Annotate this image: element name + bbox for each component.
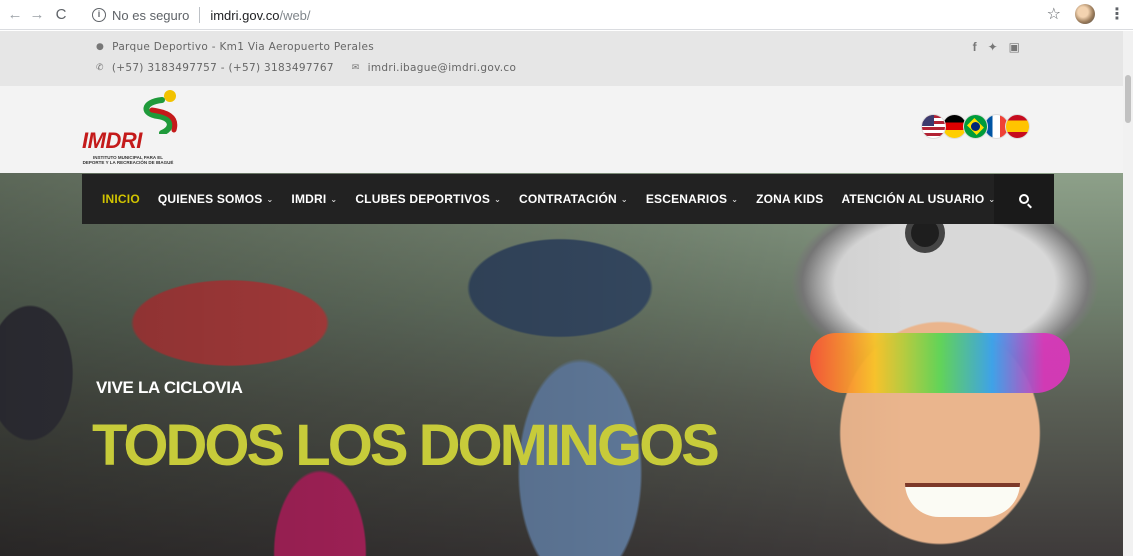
nav-item-escenarios[interactable]: ESCENARIOS ⌄ bbox=[637, 192, 747, 206]
imdri-logo[interactable]: IMDRI INSTITUTO MUNICIPAL PARA EL DEPORT… bbox=[82, 86, 192, 176]
spain-flag-icon[interactable] bbox=[1005, 114, 1030, 139]
forward-arrow-icon[interactable]: → bbox=[28, 6, 46, 24]
chevron-down-icon: ⌄ bbox=[266, 194, 274, 204]
hero-title: TODOS LOS DOMINGOS bbox=[92, 413, 720, 478]
envelope-icon: ✉ bbox=[351, 63, 360, 73]
search-icon bbox=[1019, 194, 1029, 204]
page-scrollbar[interactable] bbox=[1123, 31, 1133, 556]
nav-item-imdri[interactable]: IMDRI ⌄ bbox=[282, 192, 346, 206]
athlete-logo-icon bbox=[143, 90, 178, 134]
nav-item-clubes-deportivos[interactable]: CLUBES DEPORTIVOS ⌄ bbox=[346, 192, 510, 206]
back-arrow-icon[interactable]: ← bbox=[6, 6, 24, 24]
brazil-flag-icon[interactable] bbox=[963, 114, 988, 139]
address-bar[interactable]: i No es seguro imdri.gov.co/web/ bbox=[92, 3, 1052, 27]
security-label: No es seguro bbox=[112, 7, 190, 23]
location-pin-icon: ● bbox=[96, 42, 105, 52]
nav-item-atencion-al-usuario[interactable]: ATENCIÓN AL USUARIO ⌄ bbox=[832, 192, 1004, 206]
nav-item-zona-kids[interactable]: ZONA KIDS bbox=[747, 192, 832, 206]
search-button[interactable] bbox=[994, 174, 1054, 224]
hero-banner bbox=[0, 173, 1133, 556]
phone-text: (+57) 3183497757 - (+57) 3183497767 bbox=[111, 62, 334, 74]
language-selector bbox=[921, 114, 1030, 139]
nav-item-contratacion[interactable]: CONTRATACIÓN ⌄ bbox=[510, 192, 637, 206]
chevron-down-icon: ⌄ bbox=[330, 194, 338, 204]
site-header: IMDRI INSTITUTO MUNICIPAL PARA EL DEPORT… bbox=[0, 86, 1133, 176]
email-link[interactable]: imdri.ibague@imdri.gov.co bbox=[368, 62, 517, 74]
website: ● Parque Deportivo - Km1 Via Aeropuerto … bbox=[0, 31, 1133, 556]
url-text[interactable]: imdri.gov.co/web/ bbox=[210, 8, 310, 23]
nav-item-quienes-somos[interactable]: QUIENES SOMOS ⌄ bbox=[149, 192, 283, 206]
logo-subtitle: INSTITUTO MUNICIPAL PARA EL DEPORTE Y LA… bbox=[82, 155, 174, 165]
reload-icon[interactable]: C bbox=[52, 6, 70, 24]
profile-avatar[interactable] bbox=[1075, 4, 1095, 24]
main-navigation: INICIO QUIENES SOMOS ⌄ IMDRI ⌄ CLUBES DEPO… bbox=[82, 174, 1054, 224]
twitter-icon[interactable]: ✦ bbox=[988, 40, 998, 54]
browser-menu-icon[interactable]: ⋮ bbox=[1109, 4, 1125, 24]
info-icon[interactable]: i bbox=[92, 8, 106, 22]
browser-toolbar: ← → C i No es seguro imdri.gov.co/web/ ☆… bbox=[0, 0, 1133, 30]
facebook-icon[interactable]: f bbox=[973, 40, 977, 54]
hero-kicker: VIVE LA CICLOVIA bbox=[96, 378, 243, 397]
contact-topbar: ● Parque Deportivo - Km1 Via Aeropuerto … bbox=[0, 31, 1133, 86]
chevron-down-icon: ⌄ bbox=[620, 194, 628, 204]
us-flag-icon[interactable] bbox=[921, 114, 946, 139]
omnibox-divider bbox=[199, 7, 201, 23]
scroll-thumb[interactable] bbox=[1125, 75, 1131, 123]
chevron-down-icon: ⌄ bbox=[731, 194, 739, 204]
bookmark-star-icon[interactable]: ☆ bbox=[1047, 4, 1061, 24]
address-text: Parque Deportivo - Km1 Via Aeropuerto Pe… bbox=[112, 41, 375, 53]
phone-icon: ✆ bbox=[96, 63, 104, 73]
youtube-icon[interactable]: ▣ bbox=[1009, 40, 1020, 54]
nav-item-inicio[interactable]: INICIO bbox=[82, 192, 149, 206]
chevron-down-icon: ⌄ bbox=[494, 194, 501, 204]
hero-overlay bbox=[0, 173, 1133, 556]
logo-wordmark: IMDRI bbox=[82, 128, 142, 153]
